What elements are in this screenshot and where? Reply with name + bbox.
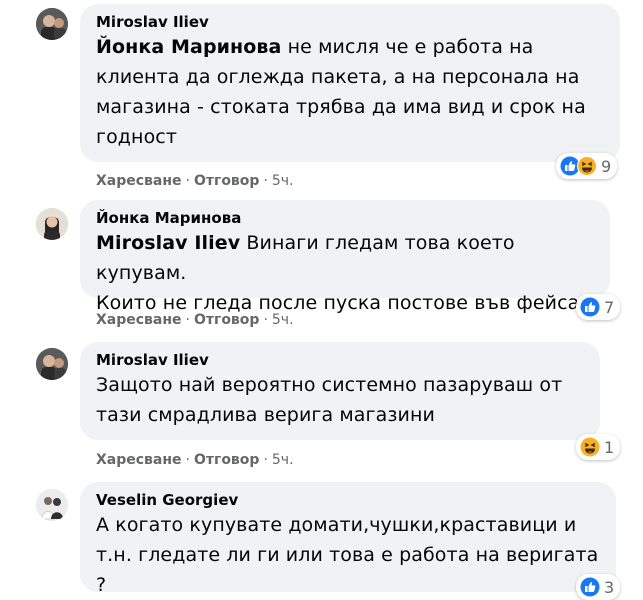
comment-text-line: т.н. гледате ли ги или това е работа на … [96,544,599,596]
separator: · [263,173,268,189]
comment-author[interactable]: Йонка Маринова [96,208,596,228]
haha-icon [577,156,597,176]
comment-text-line: клиента да оглежда пакета, а на персонал… [96,66,580,88]
comment-text-line: магазина - стоката трябва да има вид и с… [96,96,586,118]
comment-text: Йонка Маринова не мисля че е работа на к… [96,32,606,152]
reaction-summary[interactable]: 9 [556,153,618,179]
separator: · [185,312,190,328]
comment-text: Miroslav Iliev Винаги гледам това което … [96,228,596,318]
comment-text: А когато купувате домати,чушки,краставиц… [96,510,602,600]
comment-text-line: тази смрадлива верига магазини [96,404,435,426]
avatar[interactable] [36,8,68,40]
like-button[interactable]: Харесване [96,312,182,328]
separator: · [185,173,190,189]
reply-button[interactable]: Отговор [194,452,259,468]
comment-text-line: Защото най вероятно системно пазаруваш о… [96,374,563,396]
avatar-photo [36,348,68,380]
timestamp[interactable]: 5ч. [272,452,294,468]
comment-actions: Харесване · Отговор · 5ч. [96,172,294,190]
avatar-photo [36,8,68,40]
mention-link[interactable]: Miroslav Iliev [96,232,240,254]
separator: · [185,452,190,468]
reaction-summary[interactable]: 3 [576,574,621,600]
mention-link[interactable]: Йонка Маринова [96,36,281,58]
avatar[interactable] [36,208,68,240]
comment-actions: Харесване · Отговор · 5ч. [96,311,294,329]
separator: · [263,452,268,468]
avatar-photo [36,208,68,240]
avatar[interactable] [36,489,68,521]
timestamp[interactable]: 5ч. [272,312,294,328]
timestamp[interactable]: 5ч. [272,173,294,189]
reaction-count: 1 [604,437,615,457]
comment-text-line: не мисля че е работа на [281,36,534,58]
reaction-summary[interactable]: 1 [576,434,621,460]
comment-author[interactable]: Miroslav Iliev [96,350,586,370]
comment-bubble: Miroslav Iliev Защото най вероятно систе… [80,342,600,440]
avatar-photo [36,489,68,521]
comment-actions: Харесване · Отговор · 5ч. [96,451,294,469]
like-icon [580,297,600,317]
reaction-count: 3 [604,577,615,597]
reaction-summary[interactable]: 7 [576,294,621,320]
comment-text-line: годност [96,126,178,148]
like-icon [580,577,600,597]
comment-bubble: Veselin Georgiev А когато купувате домат… [80,482,616,596]
comment-text: Защото най вероятно системно пазаруваш о… [96,370,586,430]
comment-bubble: Йонка Маринова Miroslav Iliev Винаги гле… [80,200,610,314]
haha-icon [580,437,600,457]
comment-author[interactable]: Miroslav Iliev [96,12,606,32]
avatar[interactable] [36,348,68,380]
separator: · [263,312,268,328]
reaction-count: 7 [604,297,615,317]
reply-button[interactable]: Отговор [194,173,259,189]
comment-author[interactable]: Veselin Georgiev [96,490,602,510]
reaction-count: 9 [601,156,612,176]
reply-button[interactable]: Отговор [194,312,259,328]
comment-text-line: А когато купувате домати,чушки,краставиц… [96,514,577,536]
like-button[interactable]: Харесване [96,452,182,468]
comment-bubble: Miroslav Iliev Йонка Маринова не мисля ч… [80,4,620,162]
like-button[interactable]: Харесване [96,173,182,189]
